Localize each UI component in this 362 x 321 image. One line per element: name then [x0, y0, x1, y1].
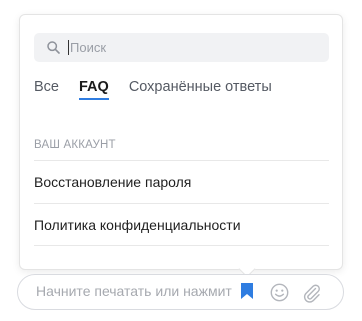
tab-faq[interactable]: FAQ: [79, 79, 109, 100]
list-item-password-recovery[interactable]: Восстановление пароля: [34, 160, 329, 203]
message-input[interactable]: [36, 283, 232, 299]
section-header: ВАШ АККАУНТ: [34, 139, 116, 151]
list-item-privacy-policy[interactable]: Политика конфиденциальности: [34, 203, 329, 246]
saved-replies-popup: Все FAQ Сохранённые ответы ВАШ АККАУНТ В…: [19, 14, 343, 270]
tabs: Все FAQ Сохранённые ответы: [34, 79, 292, 101]
bookmark-icon[interactable]: [240, 282, 254, 300]
chat-widget: Все FAQ Сохранённые ответы ВАШ АККАУНТ В…: [0, 0, 362, 321]
smiley-icon[interactable]: [270, 283, 289, 302]
tab-saved-replies[interactable]: Сохранённые ответы: [129, 79, 272, 100]
search-box[interactable]: [34, 33, 329, 62]
tab-all[interactable]: Все: [34, 79, 59, 100]
paperclip-icon[interactable]: [302, 283, 322, 303]
message-composer: [17, 274, 344, 310]
search-icon: [47, 41, 60, 54]
faq-list: Восстановление пароля Политика конфиденц…: [34, 160, 329, 246]
search-input[interactable]: [69, 40, 310, 55]
